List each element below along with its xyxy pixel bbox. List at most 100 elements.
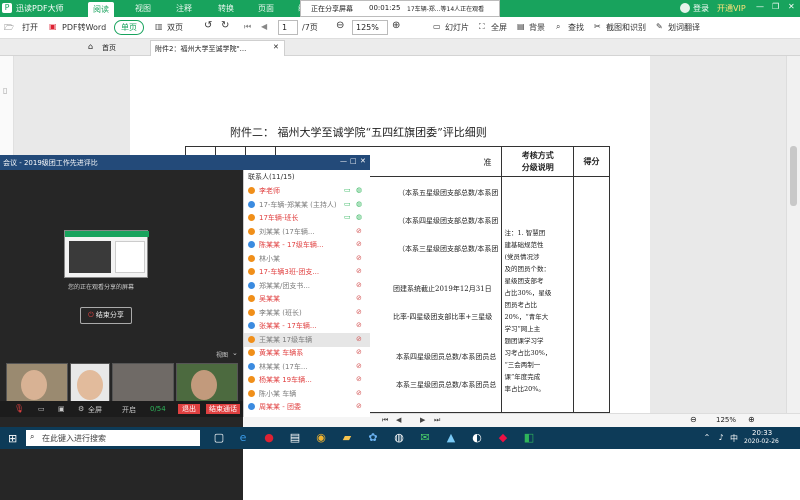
zoom-out-icon[interactable]: ⊖ — [336, 20, 344, 31]
zoom-level[interactable]: 125% — [716, 416, 736, 424]
page-input[interactable]: 1 — [278, 20, 298, 35]
edge-icon[interactable]: e — [236, 431, 250, 445]
app-icon[interactable]: ◍ — [392, 431, 406, 445]
app-icon[interactable]: ◐ — [470, 431, 484, 445]
camera-icon[interactable]: ▭ — [344, 213, 351, 221]
participant-row[interactable]: 李某某 (班长) ⊘ — [244, 306, 370, 320]
vip-link[interactable]: 开通VIP — [717, 3, 746, 14]
mic-muted-icon[interactable]: ⊘ — [356, 267, 362, 275]
browser-icon[interactable]: ◉ — [314, 431, 328, 445]
thumbnail-icon[interactable]: ▯ — [3, 86, 7, 95]
tray-icon[interactable]: ⌃ — [700, 431, 714, 445]
tab-convert[interactable]: 转换 — [218, 3, 234, 14]
meeting-minimize-icon[interactable]: — — [340, 157, 347, 165]
meeting-maximize-icon[interactable]: □ — [350, 157, 357, 165]
open-button[interactable]: 打开 — [22, 22, 38, 33]
double-page-button[interactable]: 双页 — [167, 22, 183, 33]
close-icon[interactable]: ✕ — [788, 2, 795, 11]
background-button[interactable]: 背景 — [529, 22, 545, 33]
mic-muted-icon[interactable]: ⊘ — [356, 335, 362, 343]
participant-row[interactable]: 17-车辆-郑某某 (主持人) ◍ ▭ — [244, 198, 370, 212]
vertical-scrollbar[interactable] — [786, 56, 800, 413]
rotate-right-icon[interactable]: ↻ — [221, 20, 229, 31]
taskbar-search[interactable]: ⌕ 在此键入进行搜索 — [26, 430, 200, 446]
mic-muted-icon[interactable]: ⊘ — [356, 308, 362, 316]
participant-row[interactable]: 陈小某 车辆 ⊘ — [244, 387, 370, 401]
mic-on-icon[interactable]: ◍ — [356, 213, 362, 221]
video-thumb[interactable] — [176, 363, 238, 405]
next-page-icon[interactable]: ▶ — [420, 416, 425, 424]
mic-muted-icon[interactable]: ⊘ — [356, 294, 362, 302]
app-icon[interactable]: ◧ — [522, 431, 536, 445]
home-tab[interactable]: 首页 — [102, 43, 116, 53]
video-thumb[interactable] — [6, 363, 68, 405]
find-button[interactable]: 查找 — [568, 22, 584, 33]
wechat-icon[interactable]: ✉ — [418, 431, 432, 445]
participant-row[interactable]: 李老师 ◍ ▭ — [244, 184, 370, 198]
mic-muted-icon[interactable]: ⊘ — [356, 227, 362, 235]
app-icon[interactable]: ◆ — [496, 431, 510, 445]
participant-row[interactable]: 林某某 (17车... ⊘ — [244, 360, 370, 374]
participant-row[interactable]: 17-车辆3班-团支... ⊘ — [244, 265, 370, 279]
participant-row[interactable]: 黄某某 车辆系 ⊘ — [244, 346, 370, 360]
close-tab-icon[interactable]: ✕ — [273, 43, 279, 51]
mic-muted-icon[interactable]: ⊘ — [356, 348, 362, 356]
screen-icon[interactable]: ▭ — [38, 405, 45, 413]
app-icon[interactable]: ▲ — [444, 431, 458, 445]
app-icon[interactable]: ✿ — [366, 431, 380, 445]
camera-icon[interactable]: ▭ — [344, 200, 351, 208]
leave-button[interactable]: 退出 — [178, 404, 200, 414]
slideshow-button[interactable]: 幻灯片 — [445, 22, 469, 33]
end-share-button[interactable]: ⏻ 结束分享 — [80, 307, 132, 324]
app-icon[interactable]: ● — [262, 431, 276, 445]
mic-muted-icon[interactable]: ⊘ — [356, 402, 362, 410]
ime-indicator[interactable]: 中 — [730, 433, 738, 444]
participant-row[interactable]: 林小某 ⊘ — [244, 252, 370, 266]
video-thumb[interactable] — [112, 363, 174, 405]
user-icon[interactable] — [680, 3, 690, 13]
participant-row[interactable]: 周某某 - 团委 ⊘ — [244, 400, 370, 414]
tab-annotate[interactable]: 注释 — [176, 3, 192, 14]
pdf-to-word-button[interactable]: PDF转Word — [62, 22, 106, 33]
participant-row[interactable]: 王某某 17级车辆 ⊘ — [244, 332, 370, 347]
mic-muted-icon[interactable]: ⊘ — [356, 375, 362, 383]
mic-muted-icon[interactable]: ⊘ — [356, 362, 362, 370]
meeting-title-bar[interactable]: 会议 - 2019级团工作先进评比 — □ ✕ — [0, 155, 370, 170]
participant-row[interactable]: 杨某某 19车辆... ⊘ — [244, 373, 370, 387]
prev-page-icon[interactable]: ◀ — [261, 22, 267, 31]
meeting-window[interactable]: 会议 - 2019级团工作先进评比 — □ ✕ 您的正在观看分享的屏幕 ⏻ 结束… — [0, 155, 370, 500]
mic-on-icon[interactable]: ◍ — [356, 186, 362, 194]
participant-row[interactable]: 陈某某 - 17级车辆... ⊘ — [244, 238, 370, 252]
participant-row[interactable]: 刘某某 (17车辆... ⊘ — [244, 225, 370, 239]
volume-icon[interactable]: ♪ — [714, 431, 728, 445]
maximize-icon[interactable]: ❐ — [772, 2, 779, 11]
store-icon[interactable]: ▤ — [288, 431, 302, 445]
chevron-down-icon[interactable]: ⌄ — [232, 349, 238, 357]
mic-muted-icon[interactable]: ⊘ — [356, 389, 362, 397]
tab-page[interactable]: 页面 — [258, 3, 274, 14]
mute-icon[interactable]: 🎙 — [14, 404, 24, 413]
participant-row[interactable]: 17车辆-班长 ◍ ▭ — [244, 211, 370, 225]
tab-read[interactable]: 阅读 — [88, 2, 114, 17]
translate-button[interactable]: 划词翻译 — [668, 22, 700, 33]
mic-muted-icon[interactable]: ⊘ — [356, 281, 362, 289]
single-page-button[interactable]: 单页 — [114, 20, 144, 35]
rotate-left-icon[interactable]: ↺ — [204, 20, 212, 31]
mic-muted-icon[interactable]: ⊘ — [356, 321, 362, 329]
participant-row[interactable]: 吴某某 ⊘ — [244, 292, 370, 306]
zoom-in-icon[interactable]: ⊕ — [392, 20, 400, 31]
fullscreen-button[interactable]: 全屏 — [491, 22, 507, 33]
prev-page-icon[interactable]: ◀ — [396, 416, 401, 424]
participant-row[interactable]: 郑某某/团支书... ⊘ — [244, 279, 370, 293]
settings-icon[interactable]: ⚙ — [78, 405, 84, 413]
mic-on-icon[interactable]: ◍ — [356, 200, 362, 208]
open-icon[interactable]: 🗁 — [4, 22, 14, 36]
home-icon[interactable]: ⌂ — [88, 42, 93, 51]
scroll-thumb[interactable] — [790, 146, 797, 206]
view-label[interactable]: 视图 — [216, 350, 228, 359]
zoom-out-icon[interactable]: ⊖ — [690, 415, 697, 424]
meeting-close-icon[interactable]: ✕ — [360, 157, 366, 165]
tab-view[interactable]: 视图 — [135, 3, 151, 14]
participant-row[interactable]: 张某某 - 17车辆... ⊘ — [244, 319, 370, 333]
login-link[interactable]: 登录 — [693, 3, 709, 14]
